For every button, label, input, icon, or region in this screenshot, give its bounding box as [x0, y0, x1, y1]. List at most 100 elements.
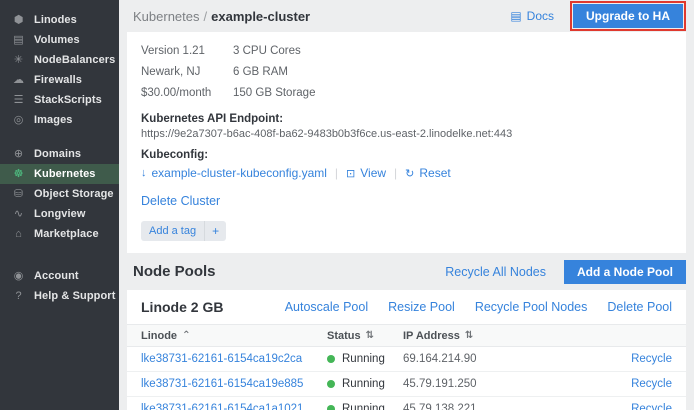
- delete-cluster-link[interactable]: Delete Cluster: [141, 194, 672, 208]
- stackscripts-icon: ☰: [11, 95, 26, 106]
- domains-icon: ⊕: [11, 149, 26, 160]
- node-pools-header: Node Pools Recycle All Nodes Add a Node …: [119, 253, 694, 290]
- kubeconfig-view-link[interactable]: ⊡ View: [346, 166, 386, 180]
- kubeconfig-label: Kubeconfig:: [141, 149, 672, 161]
- sidebar-group-divider: [0, 130, 119, 144]
- kubeconfig-download-link[interactable]: ↓ example-cluster-kubeconfig.yaml: [141, 166, 327, 180]
- sidebar-item-label: Firewalls: [34, 74, 82, 86]
- table-row: lke38731-62161-6154ca19e885 Running 45.7…: [127, 372, 686, 397]
- cluster-version: Version 1.21: [141, 41, 233, 62]
- kubernetes-icon: ☸: [11, 169, 26, 180]
- sidebar-item-account[interactable]: ◉ Account: [0, 266, 119, 286]
- node-pools-title: Node Pools: [133, 263, 216, 280]
- add-node-pool-button[interactable]: Add a Node Pool: [564, 260, 686, 284]
- sidebar-group-divider: [0, 244, 119, 266]
- pool-name: Linode 2 GB: [141, 299, 223, 315]
- sort-both-icon: ⇅: [366, 330, 374, 341]
- page-header: Kubernetes / example-cluster ▤ Docs Upgr…: [119, 0, 694, 32]
- resize-pool-link[interactable]: Resize Pool: [388, 300, 455, 314]
- sidebar-item-longview[interactable]: ∿ Longview: [0, 204, 119, 224]
- upgrade-to-ha-button[interactable]: Upgrade to HA: [573, 4, 683, 28]
- sidebar-item-kubernetes[interactable]: ☸ Kubernetes: [0, 164, 119, 184]
- kubeconfig-actions: ↓ example-cluster-kubeconfig.yaml | ⊡ Vi…: [141, 166, 672, 180]
- column-label: Linode: [141, 330, 177, 342]
- delete-pool-link[interactable]: Delete Pool: [607, 300, 672, 314]
- sidebar-item-marketplace[interactable]: ⌂ Marketplace: [0, 224, 119, 244]
- object-storage-icon: ⛁: [11, 189, 26, 200]
- add-tag-label: Add a tag: [141, 225, 204, 237]
- sidebar: ⬢ Linodes ▤ Volumes ✳ NodeBalancers ☁ Fi…: [0, 0, 119, 410]
- recycle-pool-nodes-link[interactable]: Recycle Pool Nodes: [475, 300, 588, 314]
- recycle-node-link[interactable]: Recycle: [631, 378, 672, 390]
- divider: |: [394, 166, 397, 180]
- recycle-all-nodes-link[interactable]: Recycle All Nodes: [445, 265, 546, 279]
- sort-both-icon: ⇅: [465, 330, 473, 341]
- cluster-storage: 150 GB Storage: [233, 83, 315, 104]
- recycle-node-link[interactable]: Recycle: [631, 403, 672, 410]
- node-link[interactable]: lke38731-62161-6154ca19c2ca: [127, 353, 313, 365]
- node-link[interactable]: lke38731-62161-6154ca19e885: [127, 378, 313, 390]
- column-header-status[interactable]: Status ⇅: [313, 330, 389, 342]
- node-pool-card: Linode 2 GB Autoscale Pool Resize Pool R…: [127, 290, 686, 410]
- divider: |: [335, 166, 338, 180]
- sidebar-item-help-support[interactable]: ? Help & Support: [0, 286, 119, 306]
- kubeconfig-reset-link[interactable]: ↻ Reset: [405, 166, 451, 180]
- status-dot-icon: [327, 380, 335, 388]
- plus-icon: +: [204, 221, 226, 241]
- column-header-ip-address[interactable]: IP Address ⇅: [389, 330, 539, 342]
- sidebar-item-label: Account: [34, 270, 79, 282]
- marketplace-icon: ⌂: [11, 229, 26, 240]
- sidebar-item-volumes[interactable]: ▤ Volumes: [0, 30, 119, 50]
- breadcrumb-current-cluster: example-cluster: [211, 9, 310, 24]
- view-icon: ⊡: [346, 167, 355, 180]
- app-window: ⬢ Linodes ▤ Volumes ✳ NodeBalancers ☁ Fi…: [0, 0, 694, 410]
- account-icon: ◉: [11, 271, 26, 282]
- sidebar-item-label: Help & Support: [34, 290, 115, 302]
- node-link[interactable]: lke38731-62161-6154ca1a1021: [127, 403, 313, 410]
- sidebar-item-label: NodeBalancers: [34, 54, 115, 66]
- longview-icon: ∿: [11, 209, 26, 220]
- sort-asc-icon: ⌃: [182, 330, 190, 341]
- status-label: Running: [342, 353, 385, 365]
- node-ip: 45.79.138.221: [389, 403, 539, 410]
- sidebar-item-label: StackScripts: [34, 94, 102, 106]
- column-label: Status: [327, 330, 361, 342]
- sidebar-item-firewalls[interactable]: ☁ Firewalls: [0, 70, 119, 90]
- docs-link[interactable]: ▤ Docs: [510, 9, 554, 23]
- kubeconfig-filename: example-cluster-kubeconfig.yaml: [152, 166, 327, 180]
- sidebar-item-domains[interactable]: ⊕ Domains: [0, 144, 119, 164]
- sidebar-item-label: Longview: [34, 208, 86, 220]
- download-icon: ↓: [141, 167, 147, 179]
- add-tag-button[interactable]: Add a tag +: [141, 221, 226, 241]
- docs-label: Docs: [527, 9, 554, 23]
- breadcrumb-separator: /: [204, 9, 208, 24]
- images-icon: ◎: [11, 115, 26, 126]
- sidebar-item-linodes[interactable]: ⬢ Linodes: [0, 10, 119, 30]
- node-status: Running: [313, 403, 389, 410]
- cluster-cpu: 3 CPU Cores: [233, 41, 301, 62]
- node-ip: 45.79.191.250: [389, 378, 539, 390]
- sidebar-item-label: Images: [34, 114, 73, 126]
- column-label: IP Address: [403, 330, 460, 342]
- recycle-node-link[interactable]: Recycle: [631, 353, 672, 365]
- table-row: lke38731-62161-6154ca19c2ca Running 69.1…: [127, 347, 686, 372]
- breadcrumb-kubernetes[interactable]: Kubernetes: [133, 9, 200, 24]
- sidebar-item-images[interactable]: ◎ Images: [0, 110, 119, 130]
- cluster-region: Newark, NJ: [141, 62, 233, 83]
- view-label: View: [360, 166, 386, 180]
- sidebar-item-stackscripts[interactable]: ☰ StackScripts: [0, 90, 119, 110]
- reset-icon: ↻: [405, 167, 414, 180]
- sidebar-item-object-storage[interactable]: ⛁ Object Storage: [0, 184, 119, 204]
- sidebar-item-nodebalancers[interactable]: ✳ NodeBalancers: [0, 50, 119, 70]
- cluster-ram: 6 GB RAM: [233, 62, 288, 83]
- column-header-linode[interactable]: Linode ⌃: [127, 330, 313, 342]
- node-ip: 69.164.214.90: [389, 353, 539, 365]
- sidebar-item-label: Marketplace: [34, 228, 99, 240]
- annotation-highlight-box: Upgrade to HA: [570, 1, 686, 31]
- autoscale-pool-link[interactable]: Autoscale Pool: [285, 300, 368, 314]
- sidebar-item-label: Domains: [34, 148, 81, 160]
- reset-label: Reset: [419, 166, 450, 180]
- nodebalancers-icon: ✳: [11, 55, 26, 66]
- help-icon: ?: [11, 291, 26, 302]
- spec-row: Newark, NJ 6 GB RAM: [141, 62, 672, 83]
